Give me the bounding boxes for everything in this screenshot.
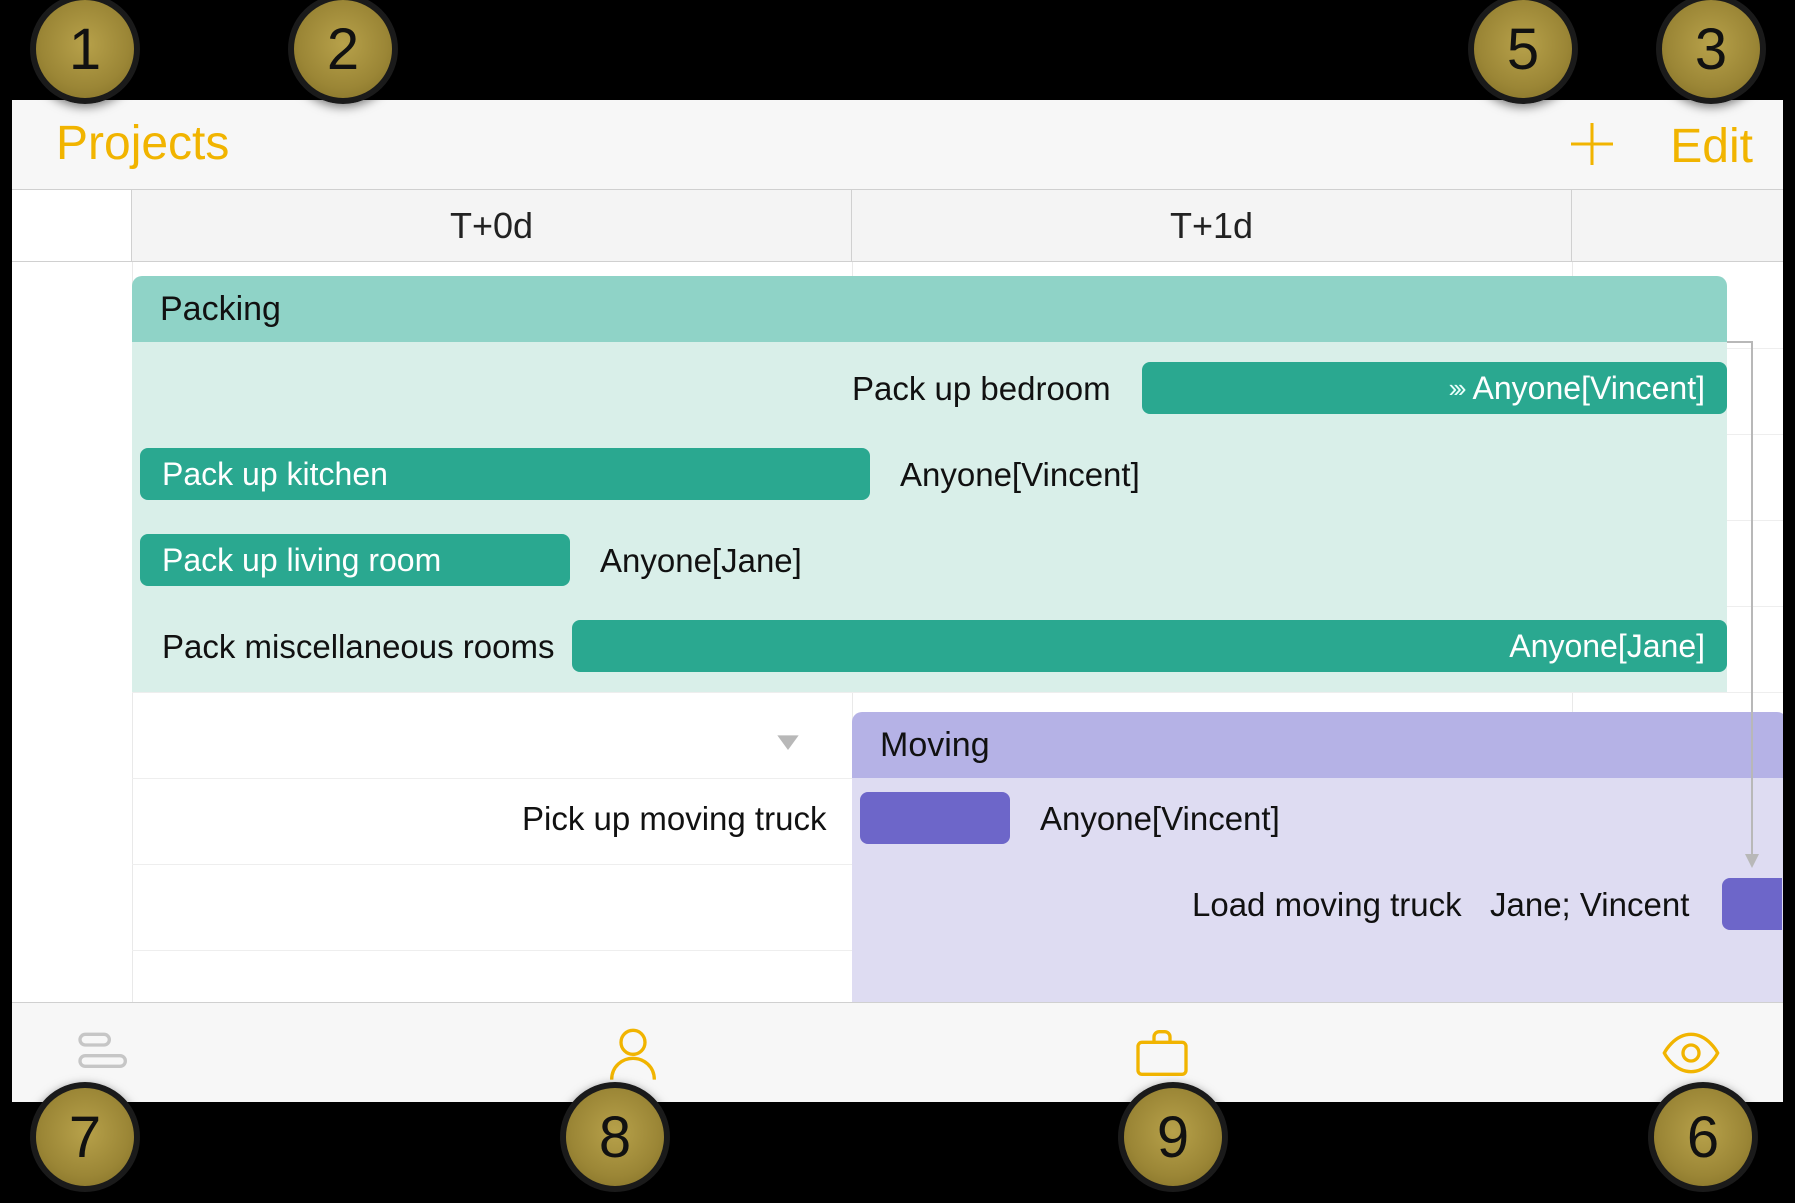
task-bar-bedroom[interactable]: ››› Anyone[Vincent] <box>1142 362 1727 414</box>
eye-icon[interactable] <box>1659 1021 1723 1085</box>
task-label-load: Load moving truck <box>1192 886 1462 924</box>
stage: Projects Edit T+0d T+1d <box>0 0 1795 1203</box>
task-label-bedroom: Pack up bedroom <box>852 370 1111 408</box>
task-label-pickup: Pick up moving truck <box>522 800 826 838</box>
chevrons-icon: ››› <box>1449 373 1463 404</box>
task-label-misc: Pack miscellaneous rooms <box>162 628 555 666</box>
timeline-gutter <box>12 190 132 261</box>
callout-2: 2 <box>288 0 398 104</box>
callout-5: 5 <box>1468 0 1578 104</box>
toolbar <box>12 1002 1783 1102</box>
add-icon[interactable] <box>1564 116 1620 177</box>
timeline-header: T+0d T+1d <box>12 190 1783 262</box>
task-assignee-load: Jane; Vincent <box>1490 886 1689 924</box>
task-bar-pickup[interactable] <box>860 792 1010 844</box>
task-assignee-kitchen: Anyone[Vincent] <box>900 456 1140 494</box>
time-column-0: T+0d <box>132 190 852 261</box>
callout-3: 3 <box>1656 0 1766 104</box>
contacts-icon[interactable] <box>601 1021 665 1085</box>
task-bar-kitchen[interactable]: Pack up kitchen <box>140 448 870 500</box>
task-label-kitchen: Pack up kitchen <box>162 456 388 493</box>
packing-group-header[interactable]: Packing <box>132 276 1727 342</box>
moving-title: Moving <box>880 726 990 765</box>
callout-8: 8 <box>560 1082 670 1192</box>
task-bar-living[interactable]: Pack up living room <box>140 534 570 586</box>
back-button[interactable]: Projects <box>56 116 229 171</box>
task-assignee-pickup: Anyone[Vincent] <box>1040 800 1280 838</box>
task-assignee-living: Anyone[Jane] <box>600 542 802 580</box>
gantt-chart[interactable]: Packing Pack up bedroom ››› Anyone[Vince… <box>12 262 1783 1002</box>
edit-button[interactable]: Edit <box>1670 119 1753 174</box>
briefcase-icon[interactable] <box>1130 1021 1194 1085</box>
task-assignee-bedroom: Anyone[Vincent] <box>1473 370 1705 407</box>
time-column-1: T+1d <box>852 190 1572 261</box>
disclosure-triangle-icon[interactable] <box>772 726 804 758</box>
chart-gutter <box>12 262 132 1002</box>
task-bar-misc[interactable]: Anyone[Jane] <box>572 620 1727 672</box>
moving-group-header[interactable]: Moving <box>852 712 1783 778</box>
project-view-icon[interactable] <box>72 1021 136 1085</box>
packing-title: Packing <box>160 290 281 329</box>
app-window: Projects Edit T+0d T+1d <box>12 100 1783 1102</box>
navbar: Projects Edit <box>12 100 1783 190</box>
callout-1: 1 <box>30 0 140 104</box>
callout-6: 6 <box>1648 1082 1758 1192</box>
callout-7: 7 <box>30 1082 140 1192</box>
task-label-living: Pack up living room <box>162 542 441 579</box>
task-bar-load[interactable] <box>1722 878 1782 930</box>
callout-9: 9 <box>1118 1082 1228 1192</box>
task-assignee-misc: Anyone[Jane] <box>1509 628 1705 665</box>
